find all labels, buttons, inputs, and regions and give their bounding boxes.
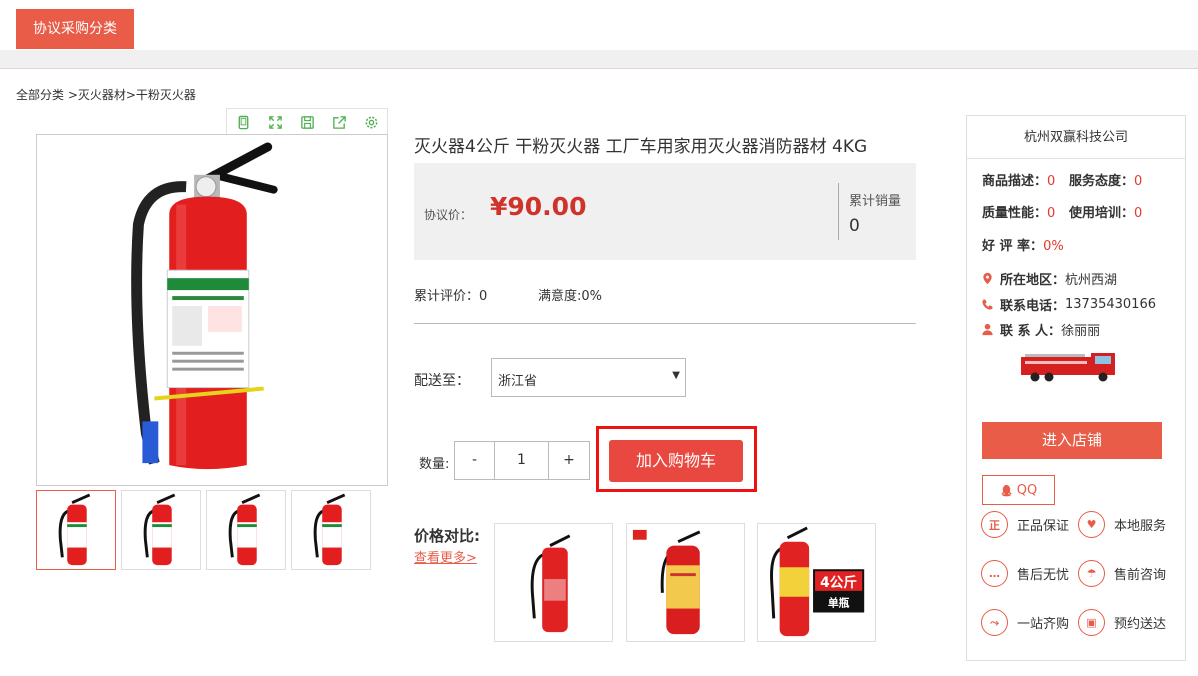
price-label: 协议价： [424,208,473,222]
shop-phone: 联系电话： 13735430166 [981,295,1156,314]
dropdown-arrow-icon: ▼ [672,370,680,381]
fullscreen-icon[interactable] [259,109,291,135]
compare-item[interactable] [494,523,613,642]
procurement-category-button[interactable]: 协议采购分类 [16,9,134,49]
sales-value: 0 [849,216,860,236]
location-pin-icon [983,272,992,285]
zheng-icon: 正 [981,511,1008,538]
thumbnail[interactable] [291,490,371,570]
qq-contact-button[interactable]: QQ [982,475,1055,505]
compare-label: 价格对比: [414,527,480,545]
add-to-cart-button[interactable]: 加入购物车 [609,440,743,482]
sales-divider [838,183,839,240]
score-training: 使用培训：0 [1069,206,1143,221]
compare-badge-unit: 单瓶 [828,596,850,610]
compare-item[interactable]: 4公斤单瓶 [757,523,876,642]
score-quality: 质量性能：0 [982,206,1056,221]
bookmark-icon: ♥ [1078,511,1105,538]
score-description: 商品描述：0 [982,174,1056,189]
compare-badge-weight: 4公斤 [820,574,857,591]
enter-shop-button[interactable]: 进入店铺 [982,422,1162,459]
thumbnail[interactable] [121,490,201,570]
service-local: ♥ 本地服务 [1078,511,1166,538]
service-presales: ☂ 售前咨询 [1078,560,1166,587]
thumbnail[interactable] [36,490,116,570]
price-box: 协议价： ¥90.00 累计销量 0 [414,163,916,260]
shop-name[interactable]: 杭州双赢科技公司 [967,116,1185,159]
quantity-increase-button[interactable]: + [549,442,589,479]
header-band [0,50,1198,69]
phone-icon[interactable] [227,109,259,135]
gift-icon: ▣ [1078,609,1105,636]
gallery-toolbar [226,108,388,135]
price-value: ¥90.00 [490,192,587,221]
score-service: 服务态度：0 [1069,174,1143,189]
fire-truck-image [1019,351,1119,387]
score-positive-rate: 好 评 率：0% [982,239,1064,254]
shipping-province-value: 浙江省 [498,374,538,389]
save-icon[interactable] [291,109,323,135]
main-product-image[interactable] [36,134,388,486]
quantity-stepper: - 1 + [454,441,590,480]
quantity-decrease-button[interactable]: - [455,442,495,479]
compare-more-link[interactable]: 查看更多> [414,547,477,566]
quantity-input[interactable]: 1 [495,442,549,479]
route-icon: ⤳ [981,609,1008,636]
shipping-province-select[interactable]: 浙江省 ▼ [491,358,686,397]
compare-item[interactable] [626,523,745,642]
thumbnail[interactable] [206,490,286,570]
satisfaction: 满意度:0% [538,289,603,304]
service-genuine: 正正品保证 [981,511,1069,538]
phone-call-icon [982,299,993,310]
service-after-sales: … 售后无忧 [981,560,1069,587]
info-divider [414,323,916,324]
settings-icon[interactable] [355,109,387,135]
quantity-label: 数量: [419,457,450,472]
sales-label: 累计销量 [849,194,902,209]
breadcrumb[interactable]: 全部分类 >灭火器材>干粉灭火器 [16,86,196,103]
person-icon [982,323,993,336]
service-scheduled-delivery: ▣ 预约送达 [1078,609,1166,636]
thumbnail-strip [36,490,371,570]
shipping-label: 配送至： [414,373,470,389]
qq-penguin-icon [1001,484,1012,496]
shop-contact: 联 系 人： 徐丽丽 [981,320,1100,339]
chat-icon: … [981,560,1008,587]
product-title: 灭火器4公斤 干粉灭火器 工厂车用家用灭火器消防器材 4KG [414,137,868,157]
review-count: 累计评价：0 [414,289,488,304]
umbrella-icon: ☂ [1078,560,1105,587]
service-one-stop: ⤳ 一站齐购 [981,609,1069,636]
shop-region: 所在地区： 杭州西湖 [981,269,1117,288]
top-bar: 协议采购分类 [0,0,1198,50]
share-icon[interactable] [323,109,355,135]
shop-panel: 杭州双赢科技公司 商品描述：0 服务态度：0 质量性能：0 使用培训：0 好 评… [966,115,1186,661]
